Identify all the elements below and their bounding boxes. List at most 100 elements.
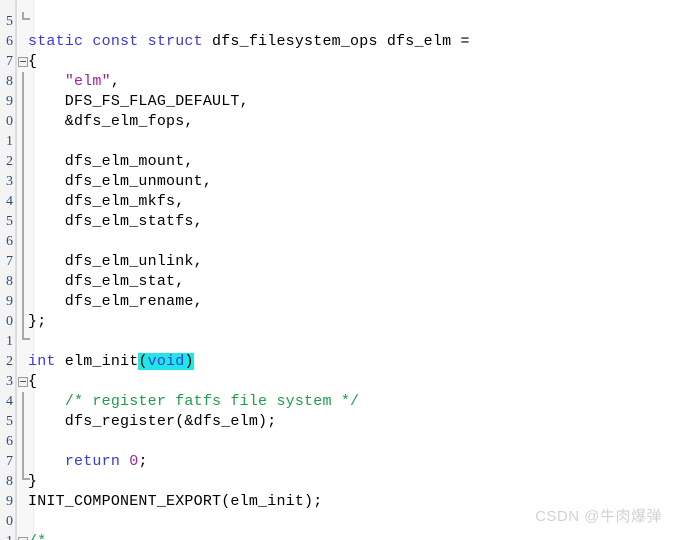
fold-guide-line: [22, 132, 24, 152]
code-line[interactable]: 8 dfs_elm_stat,: [0, 272, 674, 292]
code-text[interactable]: dfs_elm_mount,: [28, 152, 194, 172]
code-line[interactable]: 1: [0, 332, 674, 352]
code-line[interactable]: 6 static const struct dfs_filesystem_ops …: [0, 32, 674, 52]
code-line[interactable]: [0, 0, 674, 12]
fold-end-bracket-icon: [22, 18, 30, 20]
code-line[interactable]: 1: [0, 132, 674, 152]
fold-guide-line: [22, 232, 24, 252]
code-line[interactable]: 1 /*: [0, 532, 674, 540]
code-text[interactable]: dfs_elm_statfs,: [28, 212, 203, 232]
line-number: 2: [6, 154, 13, 169]
code-text[interactable]: dfs_elm_unlink,: [28, 252, 203, 272]
code-token: &dfs_elm_fops,: [28, 113, 194, 130]
line-number: 1: [6, 134, 13, 149]
fold-guide-line: [22, 152, 24, 172]
code-line[interactable]: 7 dfs_elm_unlink,: [0, 252, 674, 272]
code-token: }: [28, 473, 38, 490]
code-token: ): [184, 353, 194, 370]
code-token: };: [28, 313, 47, 330]
code-line[interactable]: 4 dfs_elm_mkfs,: [0, 192, 674, 212]
code-line[interactable]: 8 "elm",: [0, 72, 674, 92]
code-line[interactable]: 7{: [0, 52, 674, 72]
line-number: 5: [6, 14, 13, 29]
code-line[interactable]: 5: [0, 12, 674, 32]
line-number: 6: [6, 434, 13, 449]
code-token: INIT_COMPONENT_EXPORT(elm_init);: [28, 493, 323, 510]
fold-guide-line: [22, 432, 24, 452]
line-number: 7: [6, 54, 13, 69]
code-text[interactable]: /* register fatfs file system */: [28, 392, 359, 412]
fold-collapse-icon[interactable]: [18, 57, 28, 67]
code-text[interactable]: dfs_elm_rename,: [28, 292, 203, 312]
line-number: 8: [6, 274, 13, 289]
code-token: dfs_elm_mkfs,: [28, 193, 185, 210]
line-number: 5: [6, 214, 13, 229]
code-line[interactable]: 4 /* register fatfs file system */: [0, 392, 674, 412]
code-line[interactable]: 6: [0, 432, 674, 452]
code-text[interactable]: DFS_FS_FLAG_DEFAULT,: [28, 92, 249, 112]
line-number: 5: [6, 414, 13, 429]
fold-guide-line: [22, 172, 24, 192]
code-text[interactable]: INIT_COMPONENT_EXPORT(elm_init);: [28, 492, 322, 512]
code-text[interactable]: dfs_register(&dfs_elm);: [28, 412, 276, 432]
code-text[interactable]: }: [28, 472, 37, 492]
code-line[interactable]: 9 DFS_FS_FLAG_DEFAULT,: [0, 92, 674, 112]
code-line[interactable]: 0 &dfs_elm_fops,: [0, 112, 674, 132]
fold-guide-line: [22, 112, 24, 132]
code-text[interactable]: dfs_elm_unmount,: [28, 172, 212, 192]
code-token: dfs_filesystem_ops dfs_elm =: [202, 33, 470, 50]
code-text[interactable]: int elm_init(void): [28, 352, 194, 372]
code-text[interactable]: "elm",: [28, 72, 120, 92]
code-line[interactable]: 3 dfs_elm_unmount,: [0, 172, 674, 192]
fold-guide-line: [22, 392, 24, 412]
fold-guide-line: [22, 452, 24, 472]
code-line[interactable]: 6: [0, 232, 674, 252]
fold-guide-line: [22, 312, 24, 332]
code-text[interactable]: return 0;: [28, 452, 148, 472]
code-text[interactable]: };: [28, 312, 46, 332]
line-number: 0: [6, 114, 13, 129]
fold-guide-line: [22, 192, 24, 212]
code-text[interactable]: static const struct dfs_filesystem_ops d…: [28, 32, 470, 52]
line-number: 8: [6, 474, 13, 489]
code-line[interactable]: 7 return 0;: [0, 452, 674, 472]
code-token: (: [138, 353, 148, 370]
fold-guide-line: [22, 412, 24, 432]
fold-guide-line: [22, 252, 24, 272]
code-line[interactable]: 2 int elm_init(void): [0, 352, 674, 372]
code-text[interactable]: /*: [28, 532, 46, 540]
line-number: 7: [6, 454, 13, 469]
code-line[interactable]: 5 dfs_elm_statfs,: [0, 212, 674, 232]
code-text[interactable]: &dfs_elm_fops,: [28, 112, 194, 132]
code-token: int: [28, 353, 56, 370]
code-token: dfs_elm_statfs,: [28, 213, 203, 230]
code-token: /*: [28, 533, 46, 540]
code-text[interactable]: dfs_elm_mkfs,: [28, 192, 184, 212]
line-number: 9: [6, 94, 13, 109]
code-token: elm_init: [55, 353, 139, 370]
line-number: 3: [6, 174, 13, 189]
code-line[interactable]: 2 dfs_elm_mount,: [0, 152, 674, 172]
code-line[interactable]: 8}: [0, 472, 674, 492]
code-token: return: [64, 453, 121, 470]
code-token: ,: [110, 73, 121, 90]
code-line[interactable]: 3{: [0, 372, 674, 392]
code-text[interactable]: dfs_elm_stat,: [28, 272, 184, 292]
fold-guide-line: [22, 272, 24, 292]
code-text[interactable]: {: [28, 372, 37, 392]
watermark-label: CSDN @牛肉爆弹: [535, 508, 662, 525]
code-text[interactable]: {: [28, 52, 37, 72]
code-token: dfs_elm_mount,: [28, 153, 194, 170]
code-token: dfs_elm_unmount,: [28, 173, 213, 190]
fold-guide-line: [22, 212, 24, 232]
line-number: 0: [6, 514, 13, 529]
fold-collapse-icon[interactable]: [18, 377, 28, 387]
code-token: DFS_FS_FLAG_DEFAULT,: [28, 93, 249, 110]
code-editor[interactable]: 5 6 static const struct dfs_filesystem_ops…: [0, 0, 674, 540]
code-line[interactable]: 5 dfs_register(&dfs_elm);: [0, 412, 674, 432]
line-number: 1: [0, 532, 13, 540]
code-token: static const struct: [28, 33, 203, 50]
code-line[interactable]: 9 dfs_elm_rename,: [0, 292, 674, 312]
code-line[interactable]: 0};: [0, 312, 674, 332]
